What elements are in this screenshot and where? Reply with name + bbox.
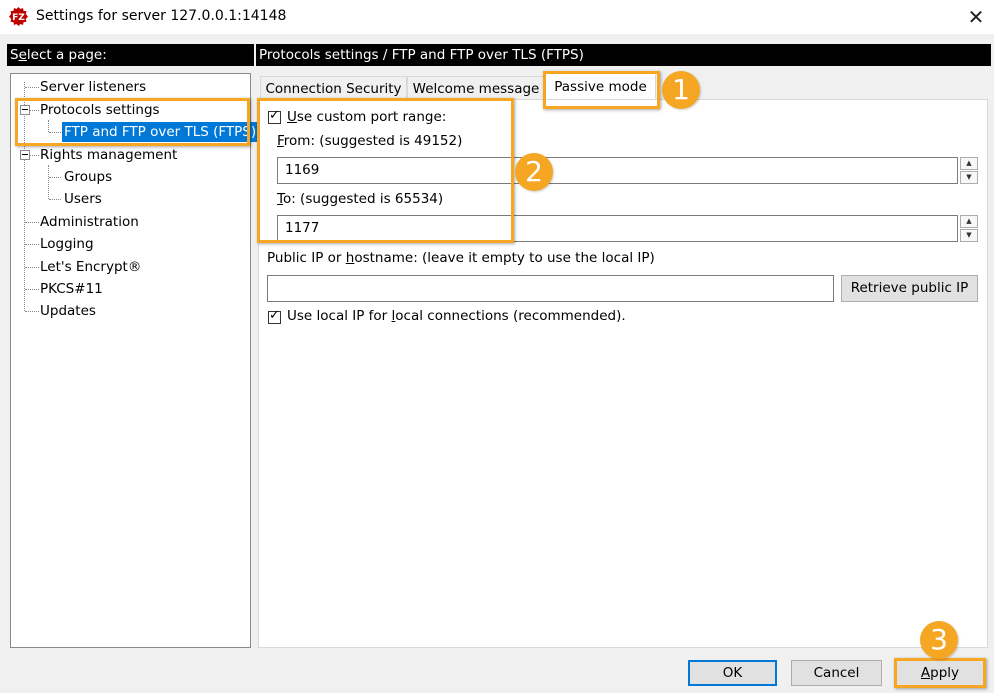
left-panel-header: Select a page: [7, 44, 254, 66]
local-ip-label: Use local IP for local connections (reco… [287, 308, 626, 324]
cancel-button[interactable]: Cancel [791, 660, 882, 686]
tree-item-users[interactable]: Users [64, 189, 102, 209]
tab-welcome-message[interactable]: Welcome message [407, 76, 545, 99]
spin-up-icon[interactable]: ▲ [960, 215, 978, 228]
public-ip-input[interactable] [267, 275, 834, 302]
window-title: Settings for server 127.0.0.1:14148 [36, 8, 287, 24]
highlight-tree-protocols [15, 98, 250, 146]
tree-item-administration[interactable]: Administration [40, 212, 139, 232]
tree-item-pkcs11[interactable]: PKCS#11 [40, 279, 103, 299]
collapse-rights-icon[interactable] [20, 150, 30, 160]
retrieve-public-ip-button[interactable]: Retrieve public IP [841, 275, 978, 302]
public-ip-label: Public IP or hostname: (leave it empty t… [267, 250, 655, 266]
from-port-spinner[interactable]: ▲ ▼ [960, 157, 978, 184]
tree-item-rights-management[interactable]: Rights management [40, 145, 177, 165]
to-port-spinner[interactable]: ▲ ▼ [960, 215, 978, 242]
filezilla-icon: FZ [9, 7, 28, 26]
spin-up-icon[interactable]: ▲ [960, 157, 978, 170]
local-ip-checkbox[interactable] [268, 308, 281, 324]
svg-text:FZ: FZ [12, 13, 25, 23]
step-badge-1: 1 [662, 71, 700, 109]
page-title: Protocols settings / FTP and FTP over TL… [256, 44, 991, 66]
tree-item-updates[interactable]: Updates [40, 301, 96, 321]
step-badge-2: 2 [515, 153, 553, 191]
step-badge-3: 3 [920, 621, 958, 659]
tree-item-server-listeners[interactable]: Server listeners [40, 77, 146, 97]
settings-page-tree[interactable]: Server listeners Protocols settings FTP … [10, 73, 259, 648]
spin-down-icon[interactable]: ▼ [960, 171, 978, 184]
highlight-port-range [257, 98, 514, 243]
highlight-apply-button [894, 658, 986, 688]
tree-item-lets-encrypt[interactable]: Let's Encrypt® [40, 257, 141, 277]
tree-item-logging[interactable]: Logging [40, 234, 94, 254]
close-icon[interactable]: ✕ [960, 2, 992, 32]
tab-connection-security[interactable]: Connection Security [260, 76, 407, 99]
spin-down-icon[interactable]: ▼ [960, 229, 978, 242]
tree-item-groups[interactable]: Groups [64, 167, 112, 187]
highlight-passive-tab [543, 71, 660, 109]
ok-button[interactable]: OK [688, 660, 777, 686]
